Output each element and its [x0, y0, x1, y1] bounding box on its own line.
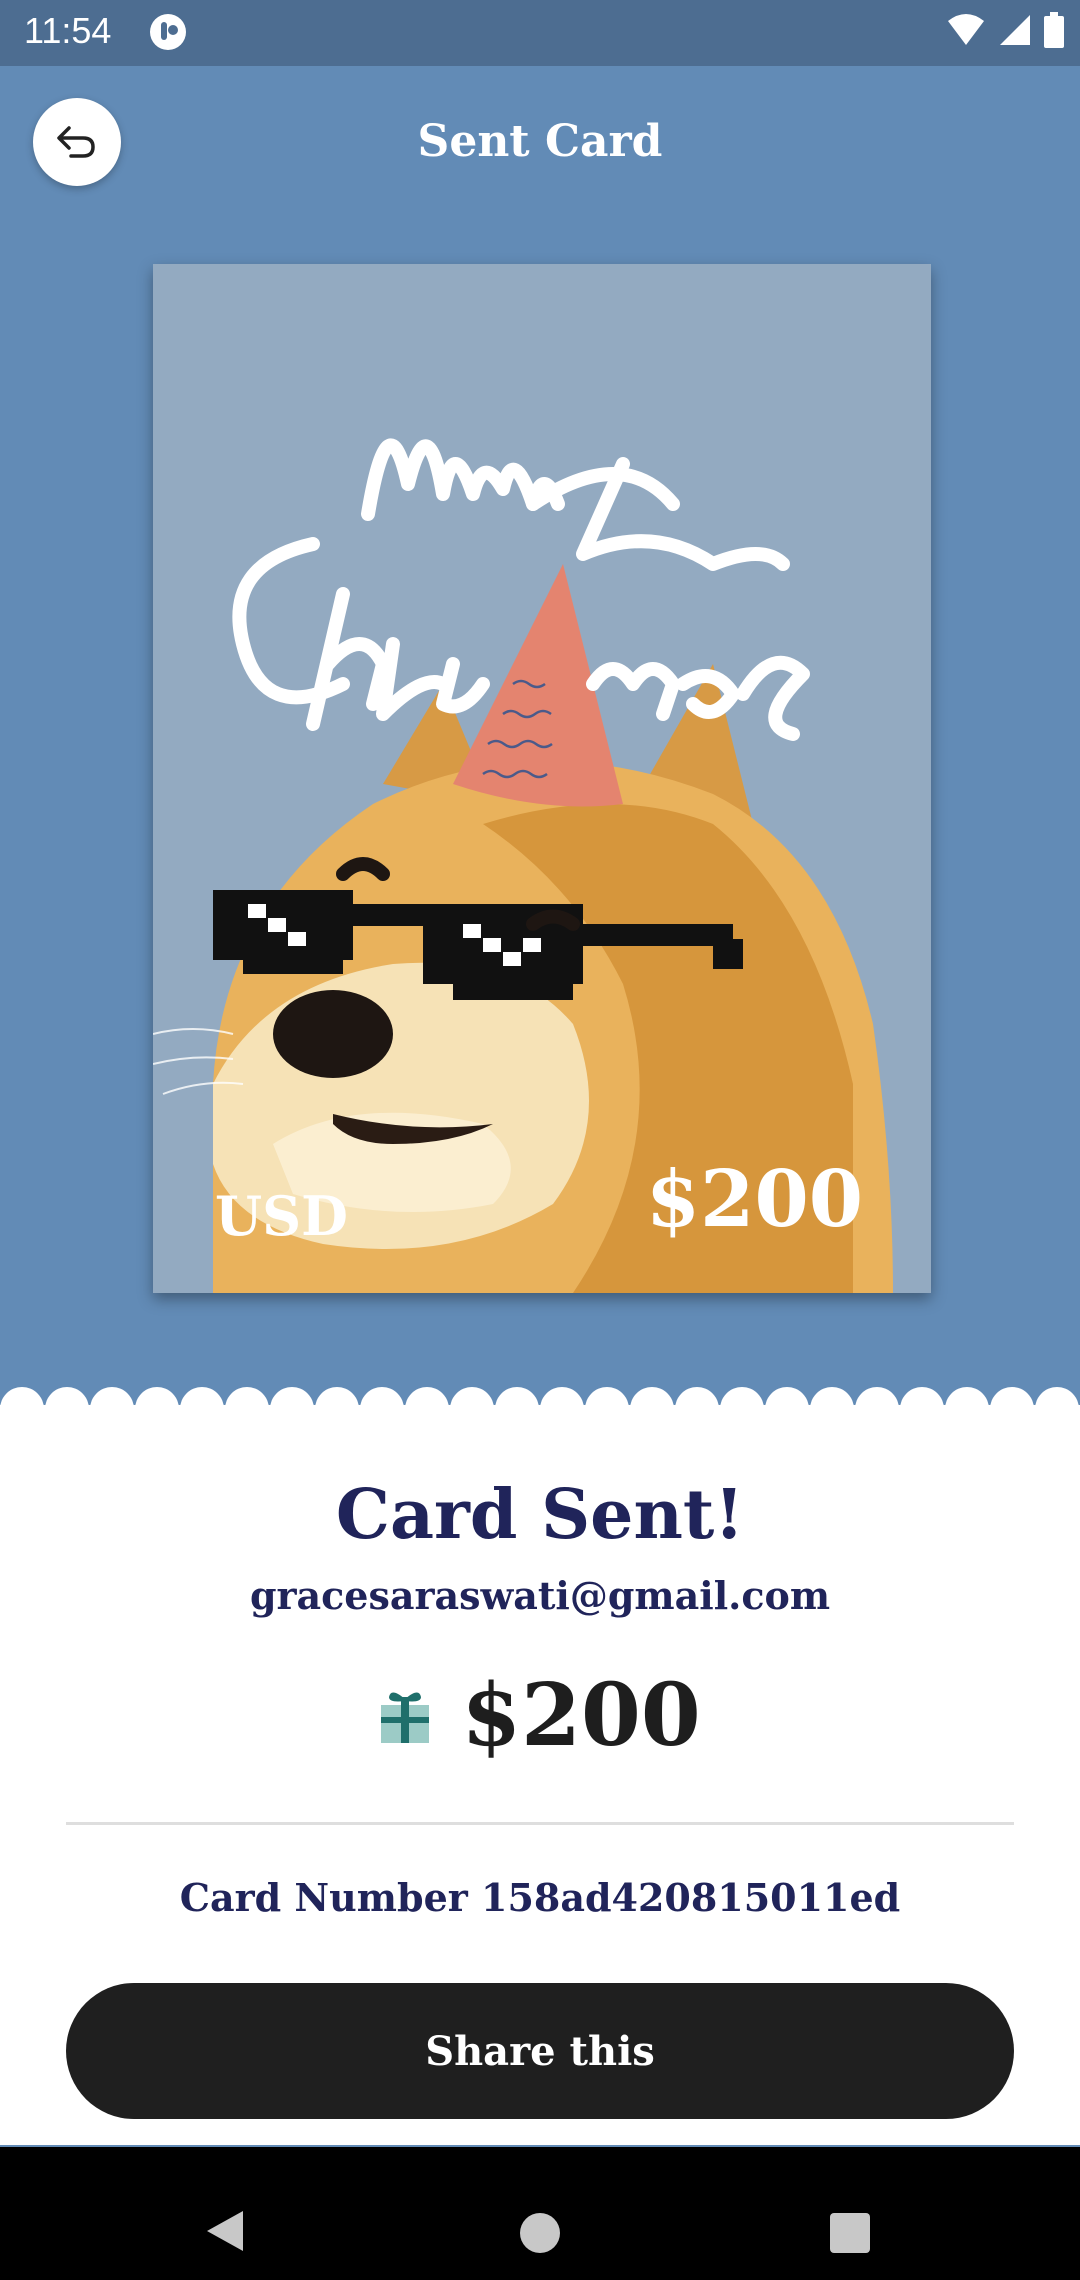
card-sent-title: Card Sent!: [335, 1475, 745, 1555]
sent-amount: $200: [461, 1665, 701, 1766]
confirmation-panel: Card Sent! gracesaraswati@gmail.com $200…: [0, 1405, 1080, 2145]
page-title: Sent Card: [417, 116, 663, 167]
sent-amount-row: $200: [0, 1665, 1080, 1766]
nav-recents-icon[interactable]: [830, 2213, 870, 2253]
battery-icon: [1044, 12, 1064, 48]
app-header: Sent Card: [0, 66, 1080, 226]
recipient-email: gracesaraswati@gmail.com: [249, 1573, 831, 1618]
card-number: Card Number 158ad420815011ed: [179, 1875, 901, 1920]
card-currency: USD: [215, 1184, 348, 1248]
wifi-icon: [948, 14, 984, 45]
doge-illustration: [153, 438, 893, 1293]
nav-back-icon[interactable]: [205, 2209, 245, 2253]
system-icons: [946, 12, 1064, 48]
status-time: 11:54: [24, 10, 112, 51]
share-button[interactable]: Share this: [66, 1983, 1014, 2119]
divider: [66, 1822, 1014, 1825]
system-nav-bar: [0, 2147, 1080, 2280]
card-amount: $200: [645, 1154, 863, 1245]
gift-card-image: USD $200: [153, 264, 931, 1293]
status-bar: 11:54: [0, 0, 1080, 66]
cell-signal-icon: [1000, 15, 1030, 45]
nav-home-icon[interactable]: [520, 2213, 560, 2253]
app-notification-icon: [150, 14, 186, 50]
gift-icon: [381, 1691, 430, 1743]
